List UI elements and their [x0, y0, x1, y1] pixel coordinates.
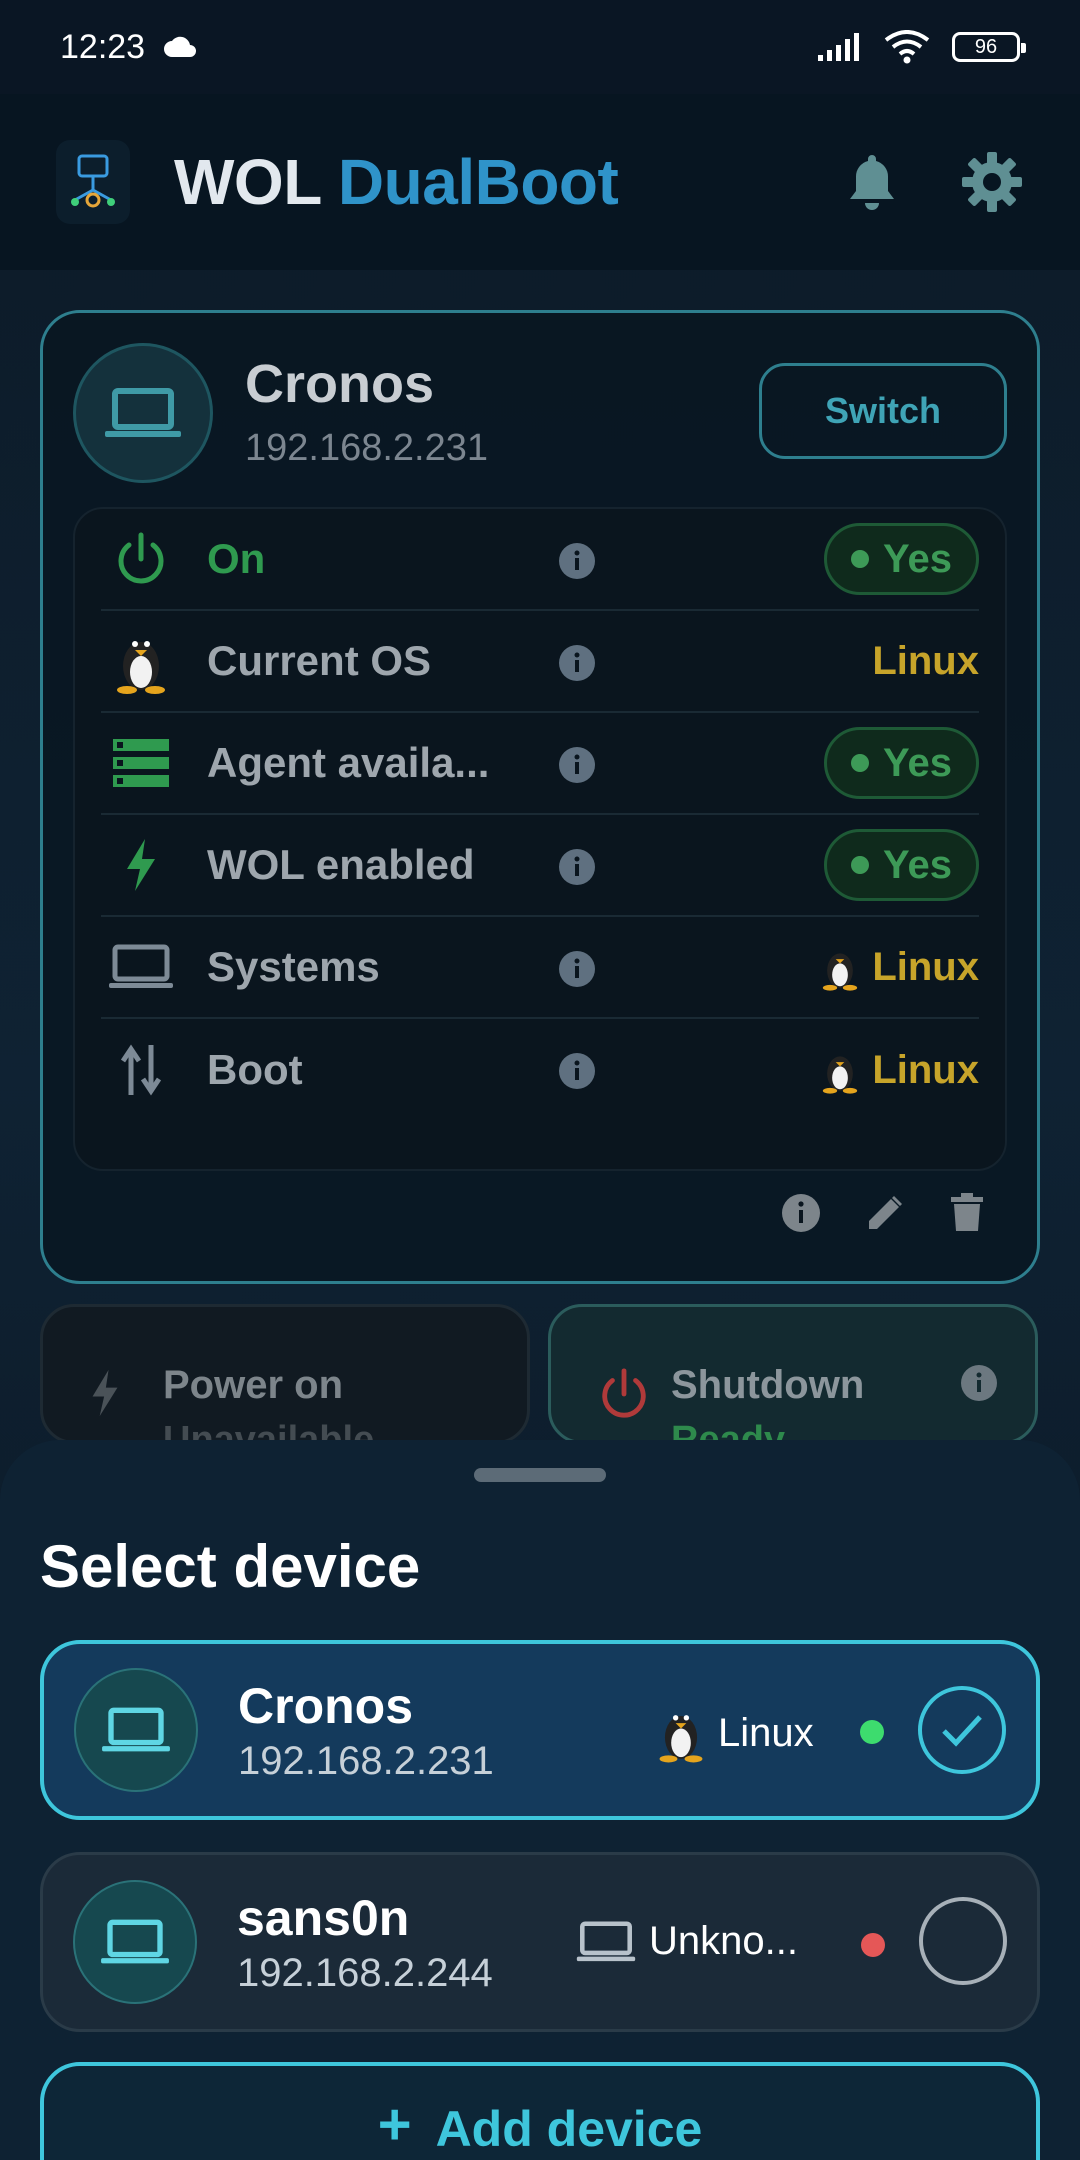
row-label-wol: WOL enabled [207, 841, 475, 888]
power-icon [101, 531, 181, 587]
device-os-label: Unkno... [649, 1919, 798, 1963]
power-on-tile[interactable]: Power on Unavailable [40, 1304, 530, 1444]
server-icon [101, 737, 181, 789]
status-row-agent: Agent availa... Yes [101, 713, 979, 815]
cloud-icon [164, 36, 197, 57]
status-pill-on: Yes [824, 523, 979, 595]
current-os-value: Linux [872, 638, 979, 683]
device-name: Cronos [238, 1677, 413, 1734]
app-logo-icon [56, 140, 130, 224]
power-icon [602, 1368, 646, 1418]
info-icon[interactable] [559, 951, 595, 987]
status-row-systems: Systems Linux [101, 917, 979, 1019]
device-avatar [73, 1880, 197, 2004]
device-list-item-sans0n[interactable]: sans0n 192.168.2.244 Unkno... [40, 1852, 1040, 2032]
battery-indicator: 96 [952, 32, 1026, 62]
penguin-icon [823, 953, 858, 991]
info-icon[interactable] [559, 747, 595, 783]
status-row-wol: WOL enabled Yes [101, 815, 979, 917]
row-label-boot: Boot [207, 1046, 303, 1093]
row-label-current-os: Current OS [207, 637, 432, 684]
laptop-icon [101, 1919, 169, 1964]
device-ip: 192.168.2.244 [237, 1950, 493, 1995]
settings-gear-icon[interactable] [960, 150, 1024, 214]
device-ip: 192.168.2.231 [245, 427, 489, 469]
device-list-item-cronos[interactable]: Cronos 192.168.2.231 Linux [40, 1640, 1040, 1820]
select-device-sheet: Select device Cronos 192.168.2.231 Linux [0, 1440, 1080, 2160]
info-icon[interactable] [559, 645, 595, 681]
row-label-agent: Agent availa... [207, 739, 490, 786]
device-avatar [73, 343, 213, 483]
edit-icon[interactable] [865, 1193, 905, 1233]
row-label-systems: Systems [207, 943, 380, 990]
pill-value: Yes [883, 842, 952, 887]
wifi-icon [884, 30, 930, 64]
penguin-icon [101, 628, 181, 694]
laptop-icon [101, 943, 181, 991]
plus-icon: + [377, 2092, 412, 2157]
penguin-icon [823, 1056, 858, 1094]
device-ip: 192.168.2.231 [238, 1738, 494, 1783]
status-row-on: On Yes [101, 509, 979, 611]
selected-check-icon[interactable] [918, 1686, 1006, 1774]
device-os: Unkno... [575, 1919, 798, 1964]
status-bar: 12:23 96 [0, 0, 1080, 94]
penguin-icon [659, 1715, 703, 1763]
pill-value: Yes [883, 536, 952, 581]
info-icon[interactable] [559, 849, 595, 885]
bolt-icon [101, 837, 181, 893]
device-card: Cronos 192.168.2.231 Switch On Yes Curre… [40, 310, 1040, 1284]
laptop-icon [576, 1920, 636, 1961]
shutdown-title: Shutdown [671, 1363, 865, 1407]
offline-status-dot [861, 1933, 885, 1957]
app-title: WOL DualBoot [174, 145, 619, 219]
app-title-part2: DualBoot [337, 146, 619, 218]
status-pill-wol: Yes [824, 829, 979, 901]
app-bar: WOL DualBoot [0, 94, 1080, 270]
device-name: sans0n [237, 1889, 410, 1946]
switch-button[interactable]: Switch [759, 363, 1007, 459]
pill-value: Yes [883, 740, 952, 785]
power-on-title: Power on [163, 1363, 344, 1407]
sheet-title: Select device [40, 1533, 421, 1600]
shutdown-tile[interactable]: Shutdown Ready [548, 1304, 1038, 1444]
systems-value: Linux [872, 944, 979, 989]
sheet-drag-handle[interactable] [474, 1468, 606, 1482]
device-os-label: Linux [718, 1710, 814, 1755]
unselected-radio-icon[interactable] [919, 1897, 1007, 1985]
app-title-part1: WOL [174, 146, 321, 218]
add-device-button[interactable]: + Add device [40, 2062, 1040, 2160]
battery-level: 96 [974, 35, 998, 58]
device-status-table: On Yes Current OS Linux Agent availa... … [73, 507, 1007, 1171]
info-icon[interactable] [781, 1193, 821, 1233]
bolt-icon [92, 1369, 118, 1417]
laptop-icon [102, 1707, 170, 1752]
row-label-on: On [207, 535, 266, 582]
status-time: 12:23 [60, 27, 146, 66]
info-icon[interactable] [559, 543, 595, 579]
status-pill-agent: Yes [824, 727, 979, 799]
device-os: Linux [656, 1702, 814, 1764]
signal-icon [818, 33, 859, 61]
device-avatar [74, 1668, 198, 1792]
online-status-dot [860, 1720, 884, 1744]
add-device-label: Add device [435, 2101, 703, 2157]
status-row-boot: Boot Linux [101, 1019, 979, 1121]
delete-icon[interactable] [949, 1193, 985, 1233]
device-name: Cronos [245, 354, 434, 414]
swap-vert-icon [101, 1043, 181, 1097]
status-row-current-os: Current OS Linux [101, 611, 979, 713]
info-icon[interactable] [559, 1053, 595, 1089]
boot-value: Linux [872, 1047, 979, 1092]
notifications-icon[interactable] [844, 151, 900, 213]
info-icon[interactable] [961, 1365, 997, 1401]
laptop-icon [105, 388, 181, 437]
